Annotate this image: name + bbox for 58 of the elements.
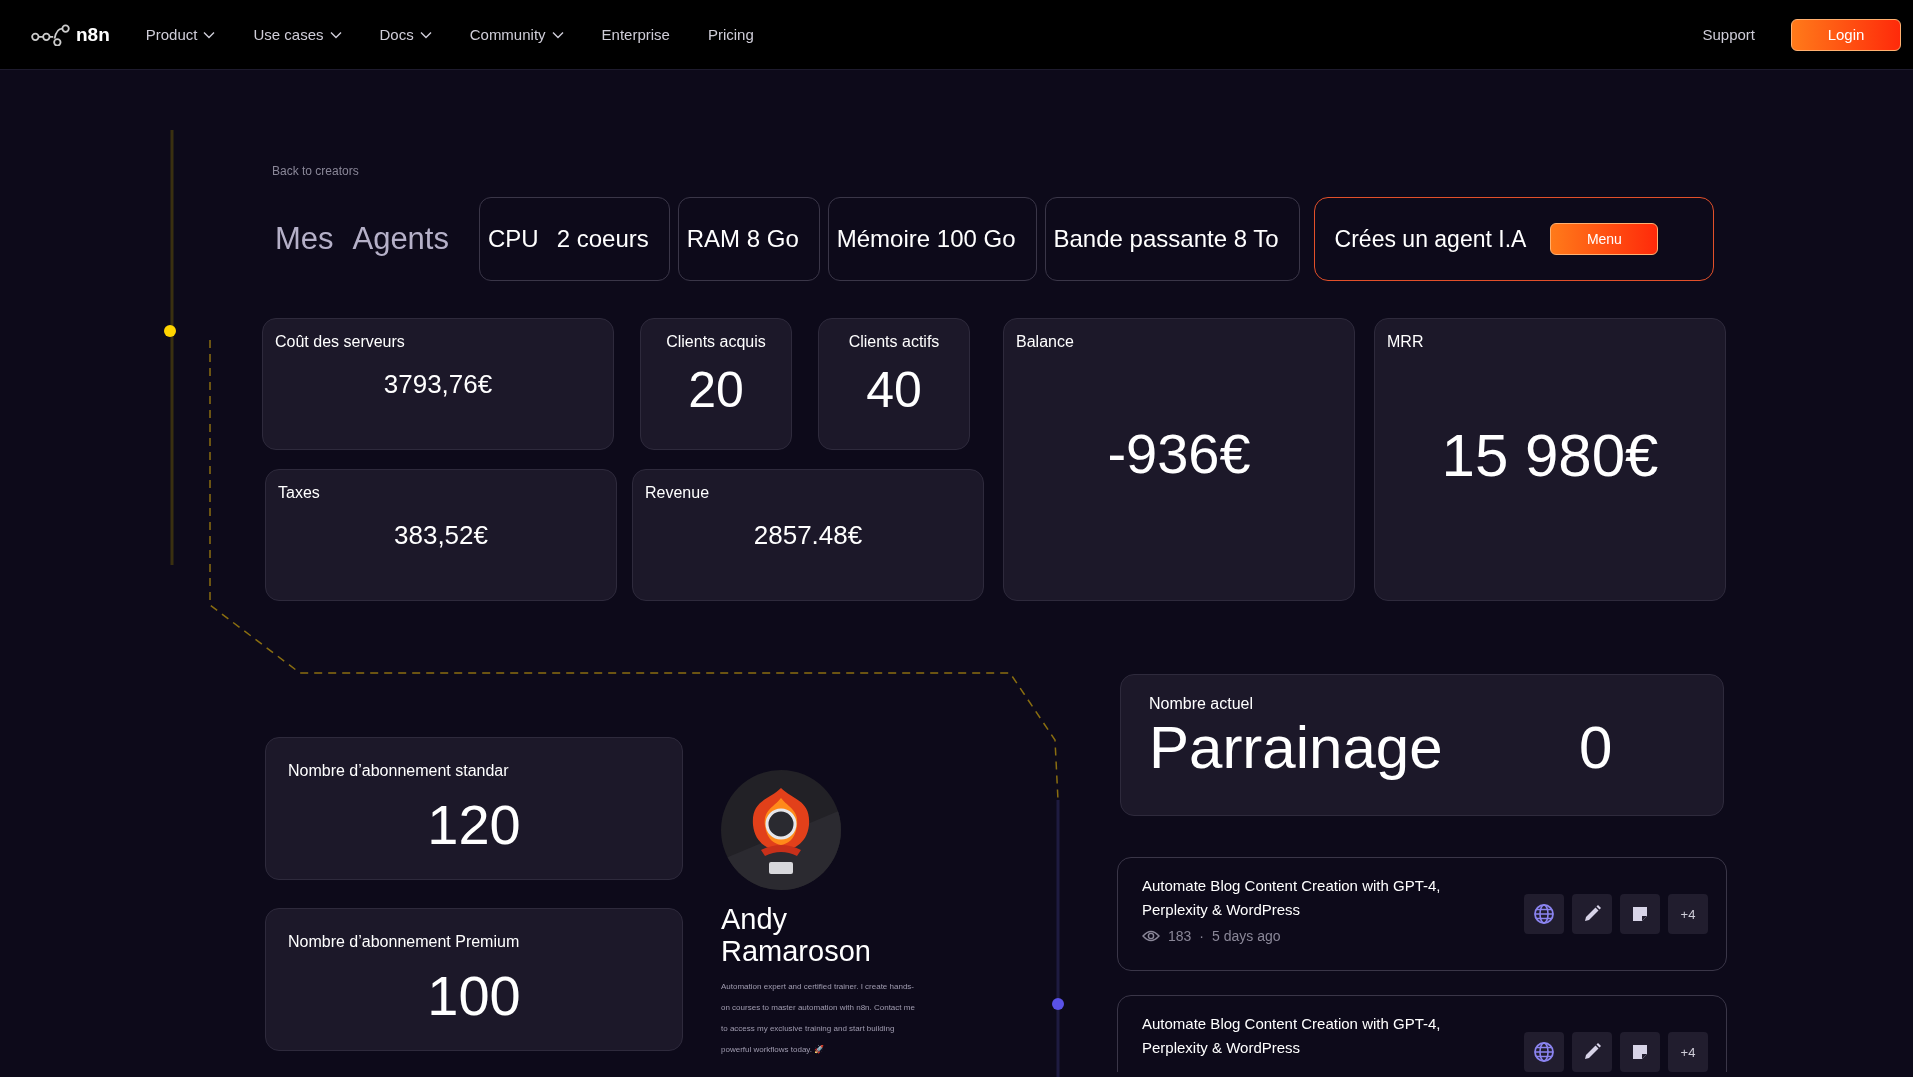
stat-value: 40 [866,361,922,419]
subscription-count: 120 [426,792,522,857]
referral-count: 0 [1579,713,1613,782]
separator-dot: · [1199,928,1205,944]
chevron-down-icon [329,30,342,39]
profile-bio: Automation expert and certified trainer. I create hands-on courses to master automation with n8n. Contact me to access my exclusive training and start building powerful workflows today. 🚀 [721,980,916,1056]
nav-link[interactable]: Pricing [707,26,754,43]
resource-value: 2 coeurs [556,225,649,253]
nav-link[interactable]: Enterprise [601,26,670,43]
view-count: 183 [1168,928,1192,944]
eye-icon [1142,930,1160,942]
stat-value: 383,52€ [393,520,489,551]
brand-name[interactable]: n8n [76,23,110,46]
nav-link[interactable]: Community [469,26,564,43]
page-title: Mes Agents [274,221,450,257]
support-link[interactable]: Support [1702,26,1755,43]
referral-title: Parrainage [1149,713,1444,782]
stat-label: Taxes [278,484,321,502]
stat-value: 2857.48€ [752,520,864,551]
chevron-down-icon [419,30,432,39]
workflow-title: Automate Blog Content Creation with GPT-4, Perplexity & WordPress [1142,1014,1442,1058]
subscription-label: Nombre d’abonnement Premium [288,933,521,951]
stat-value: 20 [688,361,744,419]
chevron-down-icon [551,30,564,39]
more-tools-count: +4 [1668,1032,1708,1072]
workflow-card[interactable]: Automate Blog Content Creation with GPT-4, Perplexity & WordPress +4 [1117,995,1727,1072]
workflow-title: Automate Blog Content Creation with GPT-4, Perplexity & WordPress [1142,876,1442,920]
resource-label: Bande passante 8 To [1053,225,1279,253]
resource-label: RAM 8 Go [686,225,799,253]
globe-icon [1532,902,1556,926]
stat-label: Revenue [645,484,711,502]
resource-label: CPU [488,225,539,253]
chevron-down-icon [203,30,216,39]
more-tools-count: +4 [1668,894,1708,934]
subscription-count: 100 [426,963,522,1028]
stat-value: 3793,76€ [382,369,494,400]
resource-label: Mémoire 100 Go [836,225,1016,253]
workflow-card[interactable]: Automate Blog Content Creation with GPT-4, Perplexity & WordPress 183 · 5 days ago +4 [1117,857,1727,971]
stat-label: Balance [1016,333,1075,351]
nav-link[interactable]: Docs [379,26,432,43]
nav-link[interactable]: Product [145,26,216,43]
stat-label: MRR [1387,333,1425,351]
timeline-dot [164,325,176,337]
timeline-dot [1052,998,1064,1010]
stat-label: Clients acquis [666,333,766,351]
stat-label: Coût des serveurs [275,333,406,351]
stat-label: Clients actifs [848,333,940,351]
workflow-age: 5 days ago [1212,928,1281,944]
back-link[interactable]: Back to creators [272,164,359,178]
stat-value: 15 980€ [1440,421,1660,490]
globe-icon [1532,1040,1556,1064]
subscription-label: Nombre d’abonnement standar [288,762,510,780]
create-agent-label: Crées un agent I.A [1334,225,1527,253]
profile-name: Andy Ramaroson [721,904,872,968]
logo-icon [30,23,70,46]
referral-label: Nombre actuel [1149,695,1255,713]
nav-link[interactable]: Use cases [253,26,342,43]
stat-value: -936€ [1106,421,1252,486]
